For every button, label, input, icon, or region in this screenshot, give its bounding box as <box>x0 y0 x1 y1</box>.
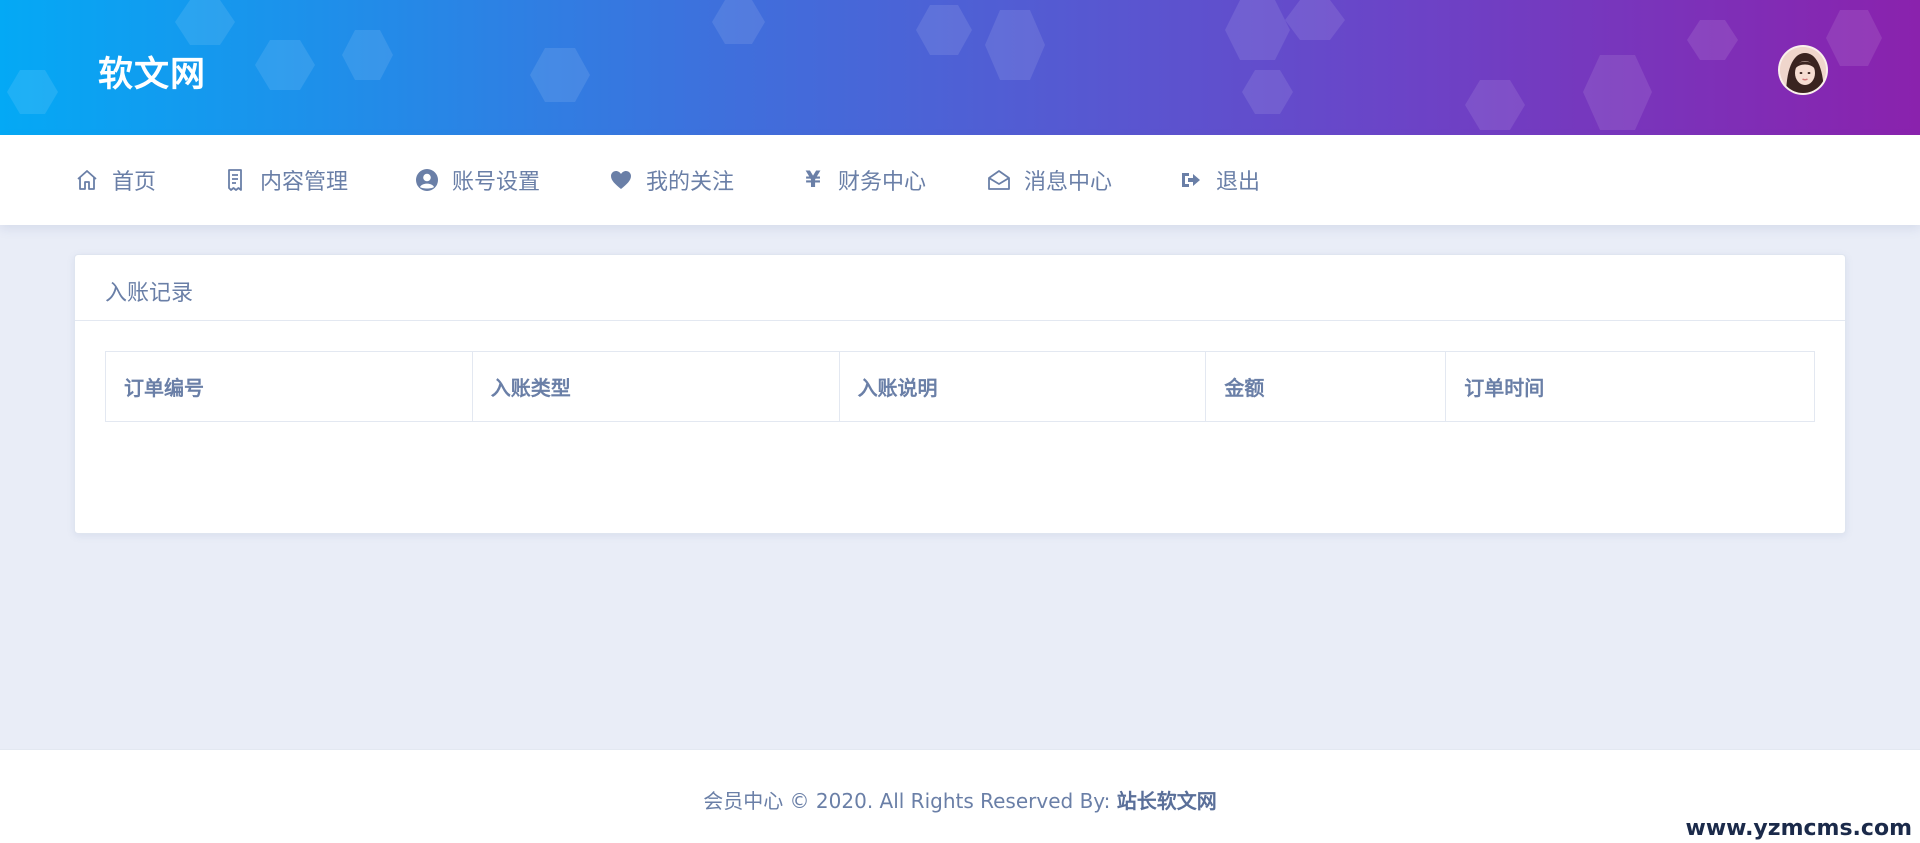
nav-item-label: 财务中心 <box>838 170 927 195</box>
nav-item-label: 内容管理 <box>260 170 349 195</box>
sign-out-icon <box>1178 167 1204 193</box>
column-header-amount: 金额 <box>1205 351 1447 422</box>
nav-item-finance[interactable]: ¥ 财务中心 <box>800 135 926 225</box>
site-watermark: www.yzmcms.com <box>1685 816 1913 841</box>
nav-item-logout[interactable]: 退出 <box>1178 135 1260 225</box>
main-nav: 首页 内容管理 账号设置 我的关注 ¥ 财务中心 消息中心 退出 <box>0 135 1920 225</box>
records-table: 订单编号 入账类型 入账说明 金额 订单时间 <box>105 351 1815 422</box>
nav-item-account[interactable]: 账号设置 <box>414 135 540 225</box>
column-header-order-no: 订单编号 <box>105 351 473 422</box>
home-icon <box>74 167 100 193</box>
envelope-open-icon <box>986 167 1012 193</box>
nav-item-label: 我的关注 <box>646 170 735 195</box>
nav-item-home[interactable]: 首页 <box>74 135 156 225</box>
nav-item-messages[interactable]: 消息中心 <box>986 135 1112 225</box>
yen-icon: ¥ <box>805 167 821 193</box>
nav-item-label: 账号设置 <box>452 170 541 195</box>
user-circle-icon <box>414 167 440 193</box>
nav-item-follow[interactable]: 我的关注 <box>608 135 734 225</box>
site-brand[interactable]: 软文网 <box>98 46 206 97</box>
hexagon-pattern <box>7 0 1882 130</box>
column-header-type: 入账类型 <box>471 351 840 422</box>
card-header: 入账记录 <box>75 255 1845 321</box>
nav-item-content[interactable]: 内容管理 <box>222 135 348 225</box>
column-header-time: 订单时间 <box>1445 351 1815 422</box>
footer-prefix: 会员中心 © 2020. All Rights Reserved By: <box>703 789 1117 813</box>
top-header: 软文网 <box>0 0 1920 135</box>
receipt-icon <box>222 167 248 193</box>
page-footer: 会员中心 © 2020. All Rights Reserved By: 站长软… <box>0 749 1920 843</box>
user-avatar[interactable] <box>1778 45 1828 95</box>
nav-item-label: 消息中心 <box>1024 170 1113 195</box>
nav-item-label: 退出 <box>1216 170 1261 195</box>
footer-copyright: 会员中心 © 2020. All Rights Reserved By: 站长软… <box>0 785 1920 814</box>
heart-icon <box>608 167 634 193</box>
income-records-card: 入账记录 订单编号 入账类型 入账说明 金额 订单时间 <box>74 254 1846 534</box>
card-title: 入账记录 <box>105 281 194 306</box>
footer-owner-link[interactable]: 站长软文网 <box>1117 789 1217 813</box>
table-header-row: 订单编号 入账类型 入账说明 金额 订单时间 <box>105 351 1815 422</box>
nav-item-label: 首页 <box>112 170 157 195</box>
column-header-description: 入账说明 <box>838 351 1207 422</box>
